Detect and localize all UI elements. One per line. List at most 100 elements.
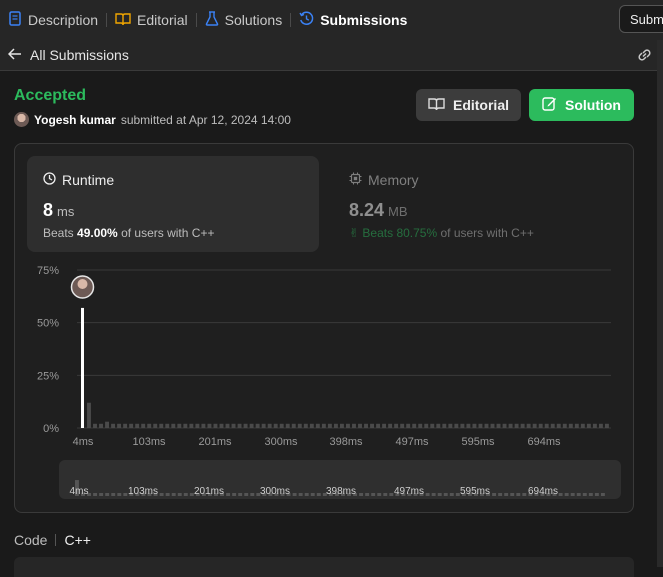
memory-card[interactable]: Memory 8.24 MB ✌ Beats 80.75% of users wi…: [333, 156, 625, 252]
chart-x-ticks: 4ms 103ms 201ms 300ms 398ms 497ms 595ms 694ms: [73, 436, 561, 448]
solution-button[interactable]: Solution: [529, 89, 634, 121]
mini-x-tick-label: 694ms: [528, 486, 558, 497]
mini-bar: [117, 493, 122, 496]
mini-bar: [316, 493, 321, 496]
chart-range-selector[interactable]: 4ms 103ms 201ms 300ms 398ms 497ms 595ms 694ms: [59, 460, 621, 499]
bar: [550, 423, 555, 428]
bar: [436, 423, 441, 428]
memory-value: 8.24: [349, 200, 385, 220]
scrollbar[interactable]: [657, 40, 663, 567]
stats-panel: Runtime 8 ms Beats 49.00% of users with C…: [14, 143, 634, 513]
submission-author-line: Yogesh kumar submitted at Apr 12, 2024 1…: [14, 112, 291, 127]
mini-bar: [558, 493, 563, 496]
history-icon: [299, 11, 314, 29]
bar: [279, 423, 284, 428]
bar: [285, 423, 290, 428]
range-selector-chart: 4ms 103ms 201ms 300ms 398ms 497ms 595ms 694ms: [70, 480, 605, 497]
mini-bar: [365, 493, 370, 496]
mini-bar: [292, 493, 297, 496]
code-language: C++: [64, 532, 91, 548]
y-tick-label: 75%: [37, 265, 59, 277]
bar: [556, 423, 561, 428]
bar: [352, 423, 356, 428]
x-tick-label: 103ms: [132, 436, 166, 448]
submission-subheader: All Submissions: [0, 40, 663, 71]
clock-icon: [43, 172, 56, 188]
bar: [544, 423, 549, 428]
flask-icon: [205, 11, 219, 29]
link-icon[interactable]: [636, 47, 653, 66]
bar: [255, 423, 260, 428]
bar: [490, 423, 495, 428]
bar: [87, 402, 91, 428]
bar: [339, 423, 344, 428]
bar: [183, 423, 188, 428]
tab-submissions[interactable]: Submissions: [291, 11, 415, 29]
bar: [478, 423, 483, 428]
mini-bar: [304, 493, 309, 496]
x-tick-label: 694ms: [527, 436, 561, 448]
runtime-card[interactable]: Runtime 8 ms Beats 49.00% of users with C…: [27, 156, 319, 252]
bar: [382, 423, 387, 428]
bar: [370, 423, 375, 428]
chart-y-ticks: 75% 50% 25% 0%: [37, 265, 59, 435]
mini-bar: [564, 493, 569, 496]
bar: [195, 423, 200, 428]
bar: [333, 423, 338, 428]
submission-status: Accepted: [14, 87, 87, 104]
mini-bar: [522, 493, 527, 496]
code-editor[interactable]: [14, 557, 634, 577]
mini-bar: [105, 493, 110, 496]
mini-x-tick-label: 595ms: [460, 486, 490, 497]
memory-label: Memory: [368, 172, 419, 188]
highlight-bar: [81, 307, 84, 428]
tab-solutions[interactable]: Solutions: [197, 11, 291, 29]
mini-bar: [504, 493, 509, 496]
tab-label: Submissions: [320, 12, 408, 28]
mini-bar: [232, 493, 237, 496]
bar: [225, 423, 230, 428]
document-icon: [8, 11, 22, 29]
all-submissions-link[interactable]: All Submissions: [7, 47, 129, 63]
y-tick-label: 50%: [37, 318, 59, 330]
bar: [376, 423, 381, 428]
bar: [496, 423, 501, 428]
mini-bar: [600, 493, 605, 496]
mini-x-tick-label: 201ms: [194, 486, 224, 497]
mini-bar: [576, 493, 581, 496]
bar: [484, 423, 489, 428]
avatar[interactable]: [14, 112, 29, 127]
editorial-button[interactable]: Editorial: [416, 89, 521, 121]
bar: [189, 423, 194, 428]
bar: [309, 423, 314, 428]
author-name[interactable]: Yogesh kumar: [34, 113, 116, 127]
mini-bar: [443, 493, 448, 496]
bar: [454, 423, 459, 428]
tab-editorial[interactable]: Editorial: [107, 12, 196, 29]
bar: [111, 423, 116, 428]
mini-bar: [425, 493, 430, 496]
runtime-label: Runtime: [62, 172, 115, 188]
mini-bar: [371, 493, 376, 496]
runtime-value: 8: [43, 200, 54, 220]
memory-unit: MB: [388, 204, 408, 219]
mini-x-tick-label: 300ms: [260, 486, 290, 497]
book-icon: [115, 12, 131, 29]
edit-icon: [542, 96, 557, 114]
memory-beats-pct: 80.75%: [396, 226, 438, 240]
submitted-time: submitted at Apr 12, 2024 14:00: [120, 112, 291, 127]
mini-x-tick-label: 103ms: [128, 486, 158, 497]
runtime-value-line: 8 ms: [43, 200, 74, 221]
mini-bar: [298, 493, 303, 496]
bar: [123, 423, 128, 428]
bar: [472, 423, 477, 428]
mini-bar: [377, 493, 382, 496]
memory-title: Memory: [349, 172, 419, 188]
solution-button-label: Solution: [565, 97, 621, 113]
mini-x-tick-label: 4ms: [70, 486, 89, 497]
bar: [105, 421, 110, 428]
tab-description[interactable]: Description: [0, 11, 106, 29]
bar: [171, 423, 176, 428]
arrow-left-icon: [7, 47, 22, 63]
x-tick-label: 300ms: [264, 436, 298, 448]
